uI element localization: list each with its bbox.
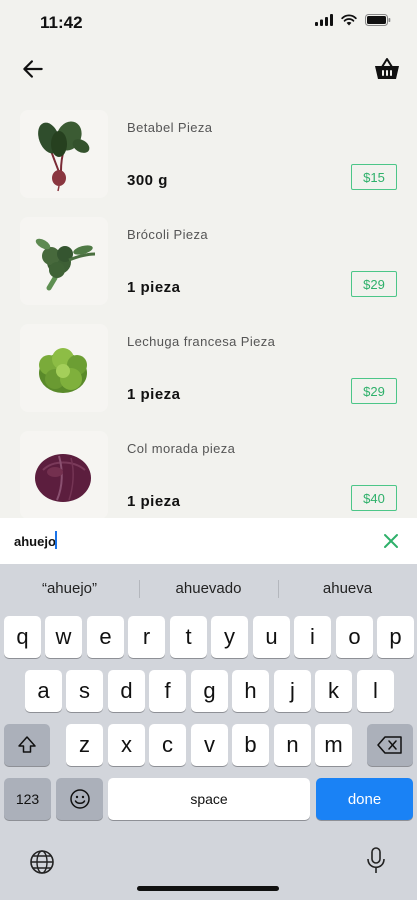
home-indicator xyxy=(137,886,279,891)
clear-icon[interactable] xyxy=(381,531,401,551)
done-key[interactable]: done xyxy=(316,778,413,820)
key[interactable]: u xyxy=(253,616,290,658)
product-quantity: 300 g xyxy=(127,172,168,189)
delete-key[interactable] xyxy=(367,724,413,766)
back-arrow-icon[interactable] xyxy=(20,56,46,82)
search-input[interactable] xyxy=(14,530,354,552)
key[interactable]: y xyxy=(211,616,248,658)
key[interactable]: e xyxy=(87,616,124,658)
key[interactable]: p xyxy=(377,616,414,658)
suggestion-bar: “ahuejo” ahuevado ahueva xyxy=(0,572,417,606)
microphone-icon[interactable] xyxy=(366,846,386,876)
product-image xyxy=(20,217,108,305)
key[interactable]: a xyxy=(25,670,62,712)
red-cabbage-image xyxy=(35,454,91,502)
broccoli-image xyxy=(35,238,96,291)
product-quantity: 1 pieza xyxy=(127,493,181,510)
key[interactable]: g xyxy=(191,670,228,712)
key[interactable]: d xyxy=(108,670,145,712)
emoji-icon xyxy=(69,789,90,809)
product-image xyxy=(20,324,108,412)
key[interactable]: c xyxy=(149,724,186,766)
wifi-icon xyxy=(341,14,357,26)
key[interactable]: m xyxy=(315,724,352,766)
price-button[interactable]: $29 xyxy=(351,271,397,297)
price-button[interactable]: $15 xyxy=(351,164,397,190)
product-name: Lechuga francesa Pieza xyxy=(127,334,276,349)
product-item[interactable]: Lechuga francesa Pieza 1 pieza $29 xyxy=(0,322,417,426)
backspace-icon xyxy=(377,736,402,754)
key[interactable]: o xyxy=(336,616,373,658)
suggestion-item[interactable]: ahueva xyxy=(278,572,417,606)
numbers-key[interactable]: 123 xyxy=(4,778,51,820)
key[interactable]: j xyxy=(274,670,311,712)
key[interactable]: h xyxy=(232,670,269,712)
key[interactable]: b xyxy=(232,724,269,766)
product-name: Brócoli Pieza xyxy=(127,227,209,242)
status-icons xyxy=(315,14,391,26)
status-bar: 11:42 xyxy=(0,0,417,46)
key[interactable]: r xyxy=(128,616,165,658)
beet-image xyxy=(38,121,90,192)
shift-icon xyxy=(18,736,36,753)
signal-icon xyxy=(315,14,333,26)
space-key[interactable]: space xyxy=(108,778,310,820)
suggestion-item[interactable]: “ahuejo” xyxy=(0,572,139,606)
key[interactable]: x xyxy=(108,724,145,766)
lettuce-image xyxy=(39,348,87,393)
product-name: Col morada pieza xyxy=(127,441,236,456)
shift-key[interactable] xyxy=(4,724,50,766)
product-item[interactable]: Brócoli Pieza 1 pieza $29 xyxy=(0,215,417,319)
battery-icon xyxy=(365,14,391,26)
key[interactable]: t xyxy=(170,616,207,658)
key[interactable]: z xyxy=(66,724,103,766)
key[interactable]: v xyxy=(191,724,228,766)
key[interactable]: f xyxy=(149,670,186,712)
product-image xyxy=(20,431,108,519)
price-button[interactable]: $29 xyxy=(351,378,397,404)
product-quantity: 1 pieza xyxy=(127,279,181,296)
price-button[interactable]: $40 xyxy=(351,485,397,511)
product-name: Betabel Pieza xyxy=(127,120,213,135)
key[interactable]: l xyxy=(357,670,394,712)
key[interactable]: n xyxy=(274,724,311,766)
key[interactable]: k xyxy=(315,670,352,712)
key[interactable]: i xyxy=(294,616,331,658)
nav-bar xyxy=(0,50,417,86)
keyboard: “ahuejo” ahuevado ahueva q w e r t y u i… xyxy=(0,564,417,900)
key[interactable]: q xyxy=(4,616,41,658)
suggestion-item[interactable]: ahuevado xyxy=(139,572,278,606)
emoji-key[interactable] xyxy=(56,778,103,820)
basket-icon[interactable] xyxy=(373,55,401,83)
product-image xyxy=(20,110,108,198)
key[interactable]: w xyxy=(45,616,82,658)
product-item[interactable]: Betabel Pieza 300 g $15 xyxy=(0,108,417,212)
globe-icon[interactable] xyxy=(28,848,56,876)
key[interactable]: s xyxy=(66,670,103,712)
text-caret xyxy=(55,531,57,549)
product-quantity: 1 pieza xyxy=(127,386,181,403)
search-bar xyxy=(0,518,417,564)
status-time: 11:42 xyxy=(40,13,83,32)
